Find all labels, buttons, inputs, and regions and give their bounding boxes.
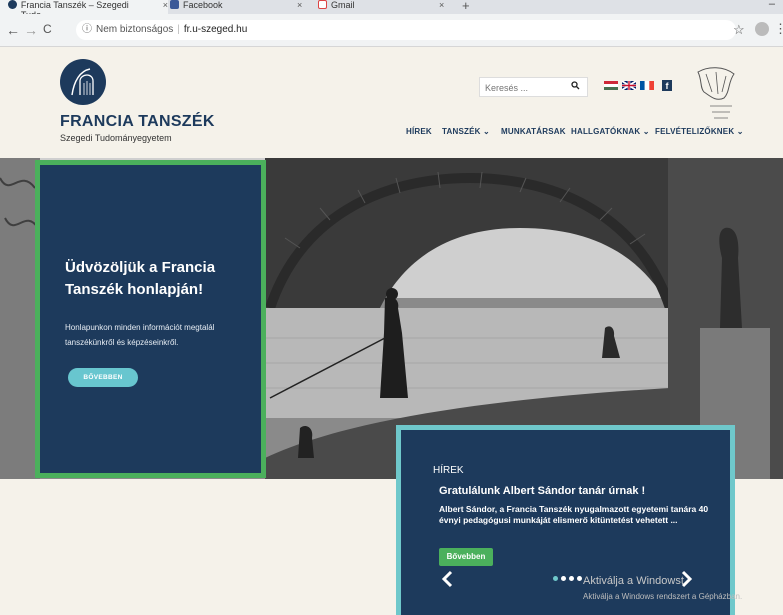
security-status: Nem biztonságos [96, 24, 174, 35]
back-button[interactable]: ← [6, 22, 20, 38]
search-icon[interactable] [571, 81, 580, 93]
carousel-dots [553, 576, 582, 581]
welcome-heading: Üdvözöljük a Francia Tanszék honlapján! [65, 259, 216, 298]
url-text[interactable]: fr.u-szeged.hu [184, 20, 247, 40]
nav-hirek[interactable]: HÍREK [406, 127, 432, 136]
windows-activation-subtext: Aktiválja a Windows rendszert a Gépházba… [583, 592, 743, 601]
nav-munkatarsak[interactable]: MUNKATÁRSAK [501, 127, 566, 136]
news-card: HÍREK Gratulálunk Albert Sándor tanár úr… [396, 425, 735, 615]
more-button[interactable]: BŐVEBBEN [68, 368, 138, 387]
browser-tab[interactable]: Francia Tanszék – Szegedi Tudo… × [0, 0, 168, 14]
windows-activation-watermark: Aktiválja a Windowst [583, 575, 684, 587]
browser-menu-icon[interactable]: ⋮ [774, 21, 783, 37]
nav-hallgatoknak[interactable]: HALLGATÓKNAK ⌄ [571, 127, 650, 136]
news-headline[interactable]: Gratulálunk Albert Sándor tanár úrnak ! [439, 485, 729, 497]
tab-title: Francia Tanszék – Szegedi Tudo… [20, 0, 129, 14]
news-excerpt: Albert Sándor, a Francia Tanszék nyugalm… [439, 504, 709, 525]
address-separator: | [177, 24, 180, 35]
carousel-dot[interactable] [553, 576, 558, 581]
reload-button[interactable]: C [43, 22, 52, 36]
site-header: FRANCIA TANSZÉK Szegedi Tudományegyetem … [0, 47, 783, 158]
browser-tab[interactable]: Gmail × [318, 0, 458, 14]
tab-title: Gmail [331, 0, 355, 10]
carousel-dot[interactable] [561, 576, 566, 581]
site-favicon-icon [8, 0, 17, 9]
site-title[interactable]: FRANCIA TANSZÉK [60, 113, 215, 131]
tab-title: Facebook [183, 0, 223, 10]
forward-button[interactable]: → [24, 22, 38, 38]
carousel-dot[interactable] [569, 576, 574, 581]
department-logo[interactable] [60, 59, 106, 105]
close-tab-icon[interactable]: × [163, 0, 168, 10]
site-subtitle: Szegedi Tudományegyetem [60, 133, 172, 143]
nav-tanszek[interactable]: TANSZÉK ⌄ [442, 127, 490, 136]
carousel-dot[interactable] [577, 576, 582, 581]
previous-slide-icon[interactable] [441, 570, 453, 594]
browser-toolbar: ← → C ⓘ Nem biztonságos | fr.u-szeged.hu… [0, 14, 783, 47]
welcome-card: Üdvözöljük a Francia Tanszék honlapján! … [35, 160, 266, 478]
facebook-favicon-icon [170, 0, 179, 9]
english-flag-icon[interactable] [622, 81, 636, 90]
news-section-label: HÍREK [433, 465, 464, 476]
browser-tab-bar: Francia Tanszék – Szegedi Tudo… × Facebo… [0, 0, 783, 14]
hungarian-flag-icon[interactable] [604, 81, 618, 90]
new-tab-button[interactable]: + [462, 0, 470, 13]
info-icon[interactable]: ⓘ [82, 20, 92, 40]
facebook-icon[interactable]: f [662, 80, 672, 91]
close-tab-icon[interactable]: × [439, 0, 444, 10]
search-box [479, 77, 588, 97]
address-bar[interactable]: ⓘ Nem biztonságos | fr.u-szeged.hu [76, 20, 736, 40]
close-tab-icon[interactable]: × [297, 0, 302, 10]
french-flag-icon[interactable] [640, 81, 654, 90]
search-input[interactable] [480, 79, 576, 97]
nav-felvetelizoknek[interactable]: FELVÉTELIZŐKNEK ⌄ [655, 127, 744, 136]
gmail-favicon-icon [318, 0, 327, 9]
browser-tab[interactable]: Facebook × [170, 0, 310, 14]
news-more-button[interactable]: Bővebben [439, 548, 493, 566]
logo-emblem-icon [71, 68, 94, 96]
profile-avatar[interactable] [755, 22, 769, 36]
university-crest-icon[interactable] [688, 62, 744, 132]
bookmark-star-icon[interactable]: ☆ [733, 22, 745, 38]
welcome-text: Honlapunkon minden információt megtalál … [65, 323, 215, 347]
minimize-window-button[interactable]: – [769, 0, 775, 10]
